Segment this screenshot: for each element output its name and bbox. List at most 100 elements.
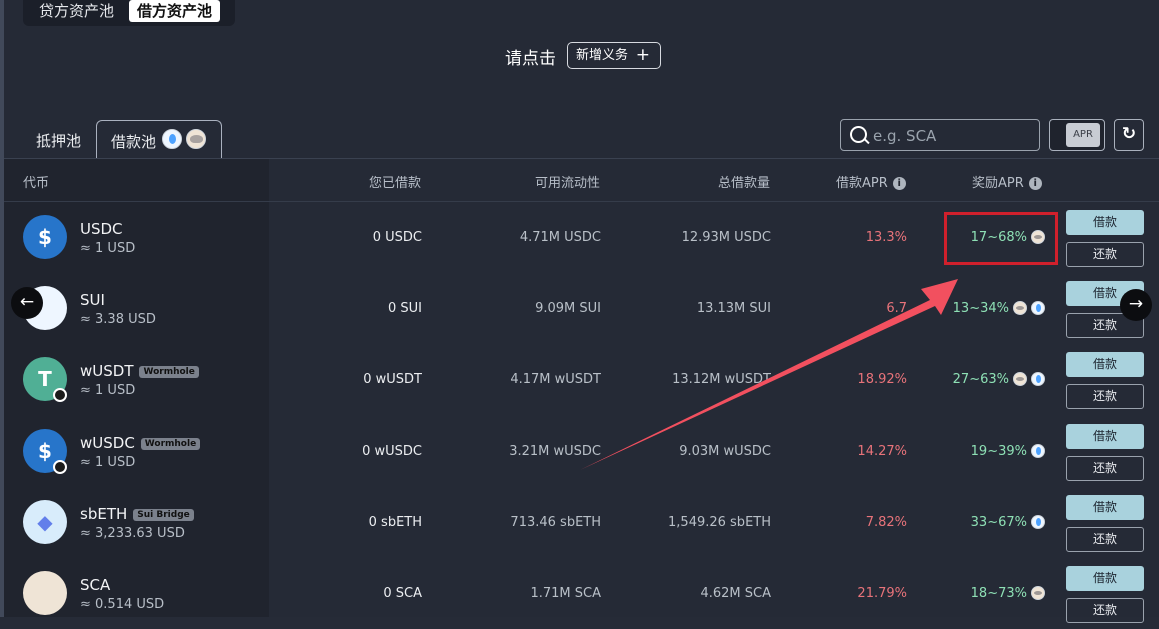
token-symbol: USDC [80, 220, 123, 238]
column-header-token: 代币 [23, 176, 50, 191]
bridge-tag: Sui Bridge [133, 509, 194, 521]
search-icon [850, 126, 867, 143]
tab-collateral-pool[interactable]: 抵押池 [36, 130, 81, 151]
token-price: ≈ 0.514 USD [80, 597, 165, 612]
tab-borrow-pool-label: 借款池 [111, 133, 157, 151]
borrow-button[interactable]: 借款 [1066, 210, 1144, 235]
column-header-borrowed: 您已借款 [368, 176, 421, 191]
available-liquidity: 713.46 sbETH [510, 515, 601, 530]
sca-reward-icon [1013, 372, 1027, 386]
repay-button[interactable]: 还款 [1066, 384, 1144, 409]
column-header-liquidity: 可用流动性 [534, 176, 600, 191]
borrow-button[interactable]: 借款 [1066, 566, 1144, 591]
sca-reward-icon [186, 129, 206, 149]
reward-apr-value: 27~63% [952, 372, 1009, 387]
borrowed-amount: 0 SUI [387, 301, 422, 316]
refresh-button[interactable]: ↻ [1114, 119, 1144, 151]
column-header-reward-apr: 奖励APR i [972, 172, 1042, 191]
apr-toggle-knob: APR [1066, 123, 1100, 147]
available-liquidity: 3.21M wUSDC [509, 444, 601, 459]
reward-apr: 13~34% [953, 301, 1045, 316]
sui-reward-icon [162, 129, 182, 149]
available-liquidity: 9.09M SUI [535, 301, 601, 316]
token-name: wUSDT Wormhole [80, 362, 199, 380]
table-row: T wUSDT Wormhole ≈ 1 USD 0 wUSDT 4.17M wU… [4, 344, 1159, 415]
token-price: ≈ 1 USD [80, 455, 136, 470]
table-row: $ wUSDC Wormhole ≈ 1 USD 0 wUSDC 3.21M wU… [4, 416, 1159, 487]
token-price: ≈ 3.38 USD [80, 312, 156, 327]
column-header-reward-apr-label: 奖励APR [972, 176, 1024, 191]
total-borrowed: 13.12M wUSDT [672, 372, 771, 387]
token-name: wUSDC Wormhole [80, 434, 201, 452]
repay-button[interactable]: 还款 [1066, 242, 1144, 267]
table-row: ◆ sbETH Sui Bridge ≈ 3,233.63 USD 0 sbETH… [4, 487, 1159, 558]
scroll-right-button[interactable]: → [1120, 289, 1152, 321]
usdc-icon: $ [23, 215, 67, 259]
token-symbol: wUSDT [80, 362, 134, 380]
available-liquidity: 1.71M SCA [530, 586, 601, 601]
token-price: ≈ 3,233.63 USD [80, 526, 185, 541]
pool-type-toggle: 贷方资产池 借方资产池 [23, 0, 235, 26]
available-liquidity: 4.17M wUSDT [510, 372, 601, 387]
token-name: USDC [80, 220, 123, 238]
sca-reward-icon [1013, 301, 1027, 315]
apr-toggle[interactable]: APR [1049, 119, 1105, 151]
token-name: SUI [80, 291, 105, 309]
borrow-apr: 13.3% [865, 230, 907, 245]
token-symbol: sbETH [80, 505, 128, 523]
info-icon[interactable]: i [1028, 177, 1042, 190]
bridge-tag: Wormhole [140, 438, 201, 450]
eth-icon: ◆ [23, 500, 67, 544]
borrow-apr: 21.79% [857, 586, 907, 601]
table-row: SCA ≈ 0.514 USD 0 SCA 1.71M SCA 4.62M SC… [4, 558, 1159, 629]
reward-apr-value: 33~67% [970, 515, 1027, 530]
borrow-button[interactable]: 借款 [1066, 424, 1144, 449]
token-name: sbETH Sui Bridge [80, 505, 194, 523]
token-name: SCA [80, 576, 110, 594]
reward-apr: 18~73% [971, 586, 1045, 601]
column-header-borrow-apr: 借款APR i [836, 172, 906, 191]
sui-reward-icon [1031, 372, 1045, 386]
arrow-right-icon: → [1128, 294, 1144, 314]
borrowed-amount: 0 wUSDT [363, 372, 422, 387]
wormhole-badge-icon [53, 460, 67, 474]
sui-reward-icon [1031, 301, 1045, 315]
reward-apr: 33~67% [971, 515, 1045, 530]
total-borrowed: 1,549.26 sbETH [668, 515, 771, 530]
borrow-button[interactable]: 借款 [1066, 352, 1144, 377]
column-header-borrow-apr-label: 借款APR [836, 176, 888, 191]
table-row: SUI ≈ 3.38 USD 0 SUI 9.09M SUI 13.13M SU… [4, 273, 1159, 344]
tab-borrower-pool[interactable]: 借方资产池 [129, 0, 221, 22]
reward-apr: 27~63% [953, 372, 1045, 387]
borrow-apr: 6.7 [886, 301, 907, 316]
add-obligation-button[interactable]: 新增义务 + [567, 42, 661, 69]
available-liquidity: 4.71M USDC [519, 230, 601, 245]
sui-reward-icon [1031, 444, 1045, 458]
repay-button[interactable]: 还款 [1066, 598, 1144, 623]
bridge-tag: Wormhole [139, 366, 199, 378]
repay-button[interactable]: 还款 [1066, 456, 1144, 481]
add-obligation-label: 新增义务 [576, 48, 629, 63]
reward-apr: 19~39% [971, 444, 1045, 459]
scroll-left-button[interactable]: ← [11, 287, 43, 319]
token-symbol: SCA [80, 576, 111, 594]
token-price: ≈ 1 USD [80, 241, 136, 256]
info-icon[interactable]: i [892, 177, 906, 190]
arrow-left-icon: ← [19, 292, 35, 312]
borrow-button[interactable]: 借款 [1066, 495, 1144, 520]
token-price: ≈ 1 USD [80, 383, 136, 398]
borrow-apr: 18.92% [857, 372, 907, 387]
reward-apr-value: 19~39% [970, 444, 1027, 459]
borrow-apr: 7.82% [865, 515, 907, 530]
tab-borrow-pool[interactable]: 借款池 [96, 120, 222, 159]
sca-reward-icon [1031, 586, 1045, 600]
total-borrowed: 4.62M SCA [700, 586, 771, 601]
repay-button[interactable]: 还款 [1066, 527, 1144, 552]
borrowed-amount: 0 USDC [372, 230, 422, 245]
tab-lender-pool[interactable]: 贷方资产池 [31, 0, 122, 22]
table-top-divider [4, 158, 1159, 159]
wormhole-badge-icon [53, 388, 67, 402]
annotation-highlight-box [944, 212, 1058, 265]
search-input[interactable] [871, 124, 1035, 148]
click-prompt: 请点击 [505, 49, 556, 69]
